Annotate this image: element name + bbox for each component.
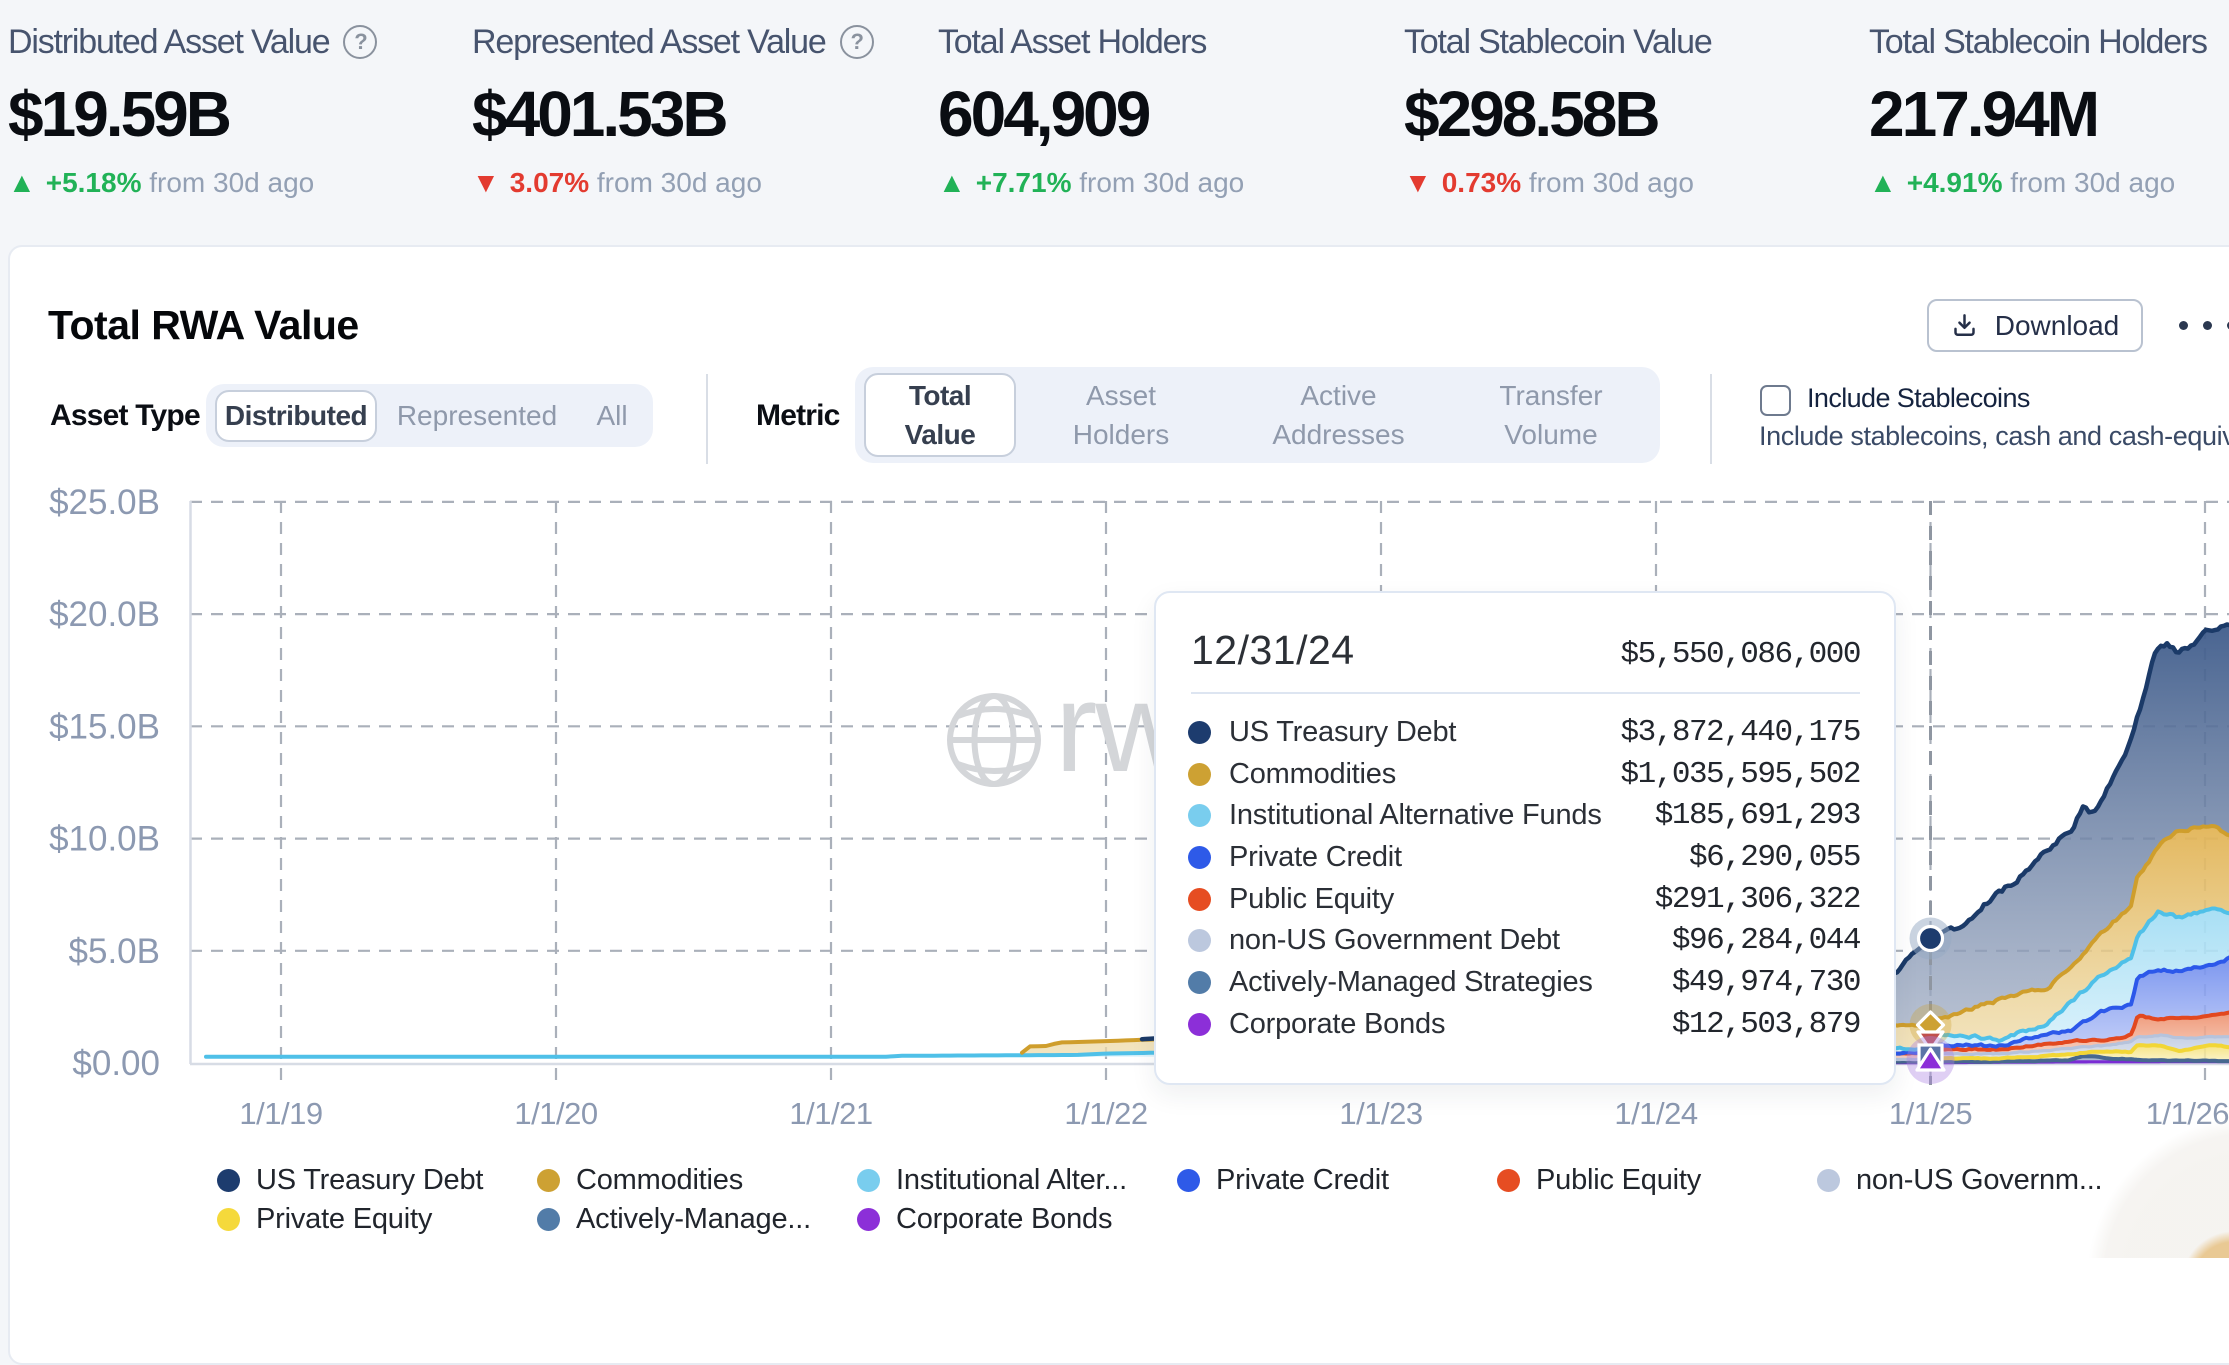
svg-text:1/1/20: 1/1/20 [514, 1096, 597, 1131]
svg-text:$15.0B: $15.0B [49, 707, 160, 746]
svg-text:1/1/22: 1/1/22 [1064, 1096, 1147, 1131]
svg-text:$10.0B: $10.0B [49, 820, 160, 859]
svg-text:$25.0B: $25.0B [49, 483, 160, 522]
svg-text:$5.0B: $5.0B [69, 932, 160, 971]
svg-text:1/1/24: 1/1/24 [1614, 1096, 1697, 1131]
svg-text:1/1/26: 1/1/26 [2146, 1096, 2229, 1131]
svg-text:$20.0B: $20.0B [49, 595, 160, 634]
svg-text:1/1/23: 1/1/23 [1339, 1096, 1422, 1131]
svg-text:1/1/19: 1/1/19 [239, 1096, 322, 1131]
svg-text:$0.00: $0.00 [72, 1044, 160, 1083]
svg-text:1/1/21: 1/1/21 [789, 1096, 872, 1131]
svg-text:1/1/25: 1/1/25 [1889, 1096, 1972, 1131]
